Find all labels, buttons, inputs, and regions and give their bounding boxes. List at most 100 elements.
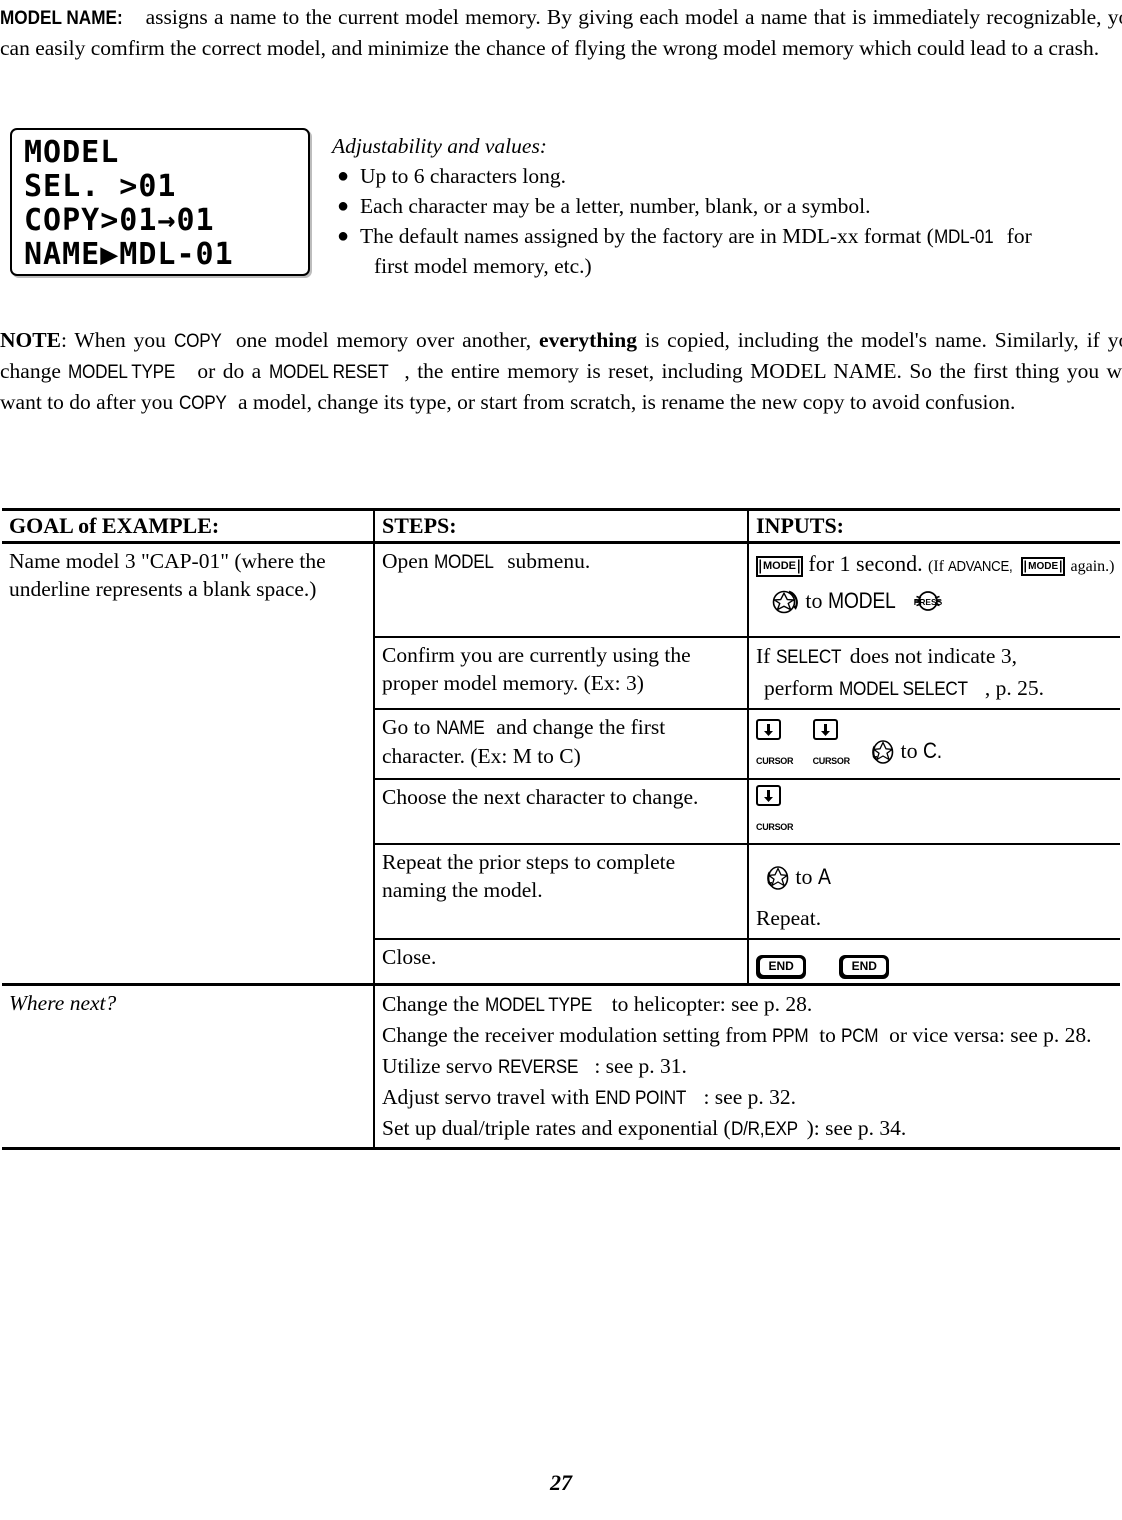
input-text-to: to: [900, 738, 924, 763]
header-inputs: INPUTS:: [747, 508, 1120, 544]
intro-paragraph: MODEL NAME: assigns a name to the curren…: [0, 2, 1122, 63]
where-next-item: Utilize servo REVERSE : see p. 31.: [382, 1051, 1114, 1082]
lcd-line-3: COPY>01→01: [24, 203, 215, 238]
mode-key-icon-2[interactable]: MODE: [1021, 557, 1066, 576]
page-number: 27: [550, 1470, 572, 1495]
adjustability-item: ● Each character may be a letter, number…: [332, 192, 1122, 221]
adjustability-title: Adjustability and values:: [332, 134, 547, 158]
wn-pre: Change the receiver modulation setting f…: [382, 1023, 773, 1047]
wn-code: MODEL TYPE: [484, 994, 592, 1016]
wn-code-pcm: PCM: [841, 1025, 879, 1047]
header-goal: GOAL of EXAMPLE:: [2, 508, 374, 544]
document-page: MODEL NAME: assigns a name to the curren…: [0, 0, 1122, 1520]
note-label: NOTE: [0, 328, 61, 352]
input-text-to: to: [805, 588, 828, 613]
input-code-model: MODEL: [828, 588, 896, 613]
input-line-2: to MODEL PRESS: [756, 584, 1114, 625]
dial-icon[interactable]: [764, 865, 790, 901]
lcd-line-1: MODEL: [24, 135, 120, 170]
where-next-cell: Change the MODEL TYPE to helicopter: see…: [373, 984, 1120, 1150]
input-code-c: C.: [923, 738, 942, 763]
wn-code-drexp: D/R,EXP: [730, 1118, 798, 1140]
model-name-lead: MODEL NAME:: [0, 7, 123, 29]
model-select-code: MODEL SELECT: [838, 678, 968, 700]
copy-code-2: COPY: [178, 392, 227, 414]
bullet-icon: ●: [337, 165, 350, 187]
step-text: Repeat the prior steps to complete namin…: [373, 844, 748, 940]
cursor-cap: [812, 719, 838, 740]
select-code: SELECT: [775, 646, 841, 668]
adjustability-item: ● Up to 6 characters long.: [332, 162, 1122, 191]
adjustability-item-text-post: for: [1001, 224, 1032, 248]
copy-code-1: COPY: [173, 330, 222, 352]
input-line-1: If SELECT does not indicate 3,: [756, 641, 1114, 673]
step-text: Close.: [373, 939, 748, 986]
input-line-2: perform MODEL SELECT , p. 25.: [756, 673, 1114, 705]
input-pre: If: [756, 644, 776, 668]
where-next-label: Where next?: [2, 984, 374, 1150]
example-procedure-table: GOAL of EXAMPLE: STEPS: INPUTS: Name mod…: [2, 508, 1120, 1150]
adjustability-item-text-pre: The default names assigned by the factor…: [360, 224, 934, 248]
adjustability-block: Adjustability and values: ● Up to 6 char…: [332, 132, 1122, 281]
wn-pre: Change the: [382, 992, 485, 1016]
step-pre: Go to: [382, 715, 436, 739]
bullet-icon: ●: [337, 195, 350, 217]
input-cell: to A Repeat.: [747, 844, 1120, 940]
table-row: Name model 3 "CAP-01" (where the underli…: [2, 542, 1120, 986]
step-text: Open MODEL submenu.: [373, 542, 748, 638]
dial-icon[interactable]: [869, 739, 895, 775]
input-cell: END END: [747, 939, 1120, 986]
lcd-screen-graphic: MODEL SEL. >01 COPY>01→01 NAME▶MDL-01: [10, 128, 310, 276]
cursor-cap: [756, 719, 781, 740]
dial-icon[interactable]: [772, 589, 800, 625]
cursor-down-key-icon[interactable]: CURSOR: [756, 719, 794, 774]
step-text: Go to NAME and change the first characte…: [373, 709, 748, 780]
wn-pre: Adjust servo travel with: [382, 1085, 595, 1109]
where-next-item: Adjust servo travel with END POINT : see…: [382, 1082, 1114, 1113]
wn-post: : see p. 32.: [698, 1085, 796, 1109]
step-pre: Open: [382, 549, 434, 573]
mode-key-icon[interactable]: MODE: [756, 556, 803, 577]
cursor-key-label: CURSOR: [756, 822, 794, 832]
input-post: does not indicate 3,: [849, 644, 1017, 668]
wn-post: ): see p. 34.: [806, 1116, 907, 1140]
advance-code: ADVANCE,: [947, 558, 1013, 575]
cursor-key-label: CURSOR: [756, 756, 794, 766]
input-line-2: Repeat.: [756, 906, 822, 930]
adjustability-item: ● The default names assigned by the fact…: [332, 222, 1122, 281]
lcd-line-2: SEL. >01: [24, 169, 177, 204]
cursor-down-key-icon-2[interactable]: CURSOR: [812, 719, 851, 774]
note-text-f: a model, change its type, or start from …: [232, 390, 1016, 414]
step-code-model: MODEL: [433, 551, 494, 573]
wn-pre: Utilize servo: [382, 1054, 498, 1078]
header-steps: STEPS:: [373, 508, 748, 544]
cursor-key-label: CURSOR: [812, 756, 851, 766]
wn-code-endpoint: END POINT: [594, 1087, 686, 1109]
input-line-1: to A: [756, 848, 1114, 901]
note-text-b: one model memory over another,: [227, 328, 540, 352]
note-text-a: : When you: [60, 328, 174, 352]
input-code-a: A: [818, 864, 831, 889]
wn-code-reverse: REVERSE: [497, 1056, 579, 1078]
input-text-1: for 1 second.: [808, 551, 923, 576]
wn-post: : see p. 31.: [588, 1054, 687, 1078]
input-post-2: , p. 25.: [984, 676, 1045, 700]
step-post: submenu.: [501, 549, 591, 573]
intro-body: assigns a name to the current model memo…: [0, 5, 1122, 60]
input-line-1: CURSOR: [756, 783, 1114, 840]
note-text-d: or do a: [189, 359, 269, 383]
where-next-item: Change the receiver modulation setting f…: [382, 1020, 1114, 1051]
cursor-down-key-icon[interactable]: CURSOR: [756, 785, 794, 840]
end-key-icon[interactable]: END: [756, 954, 807, 979]
input-text-to: to: [795, 864, 818, 889]
adjustability-item-text: Up to 6 characters long.: [360, 164, 566, 188]
input-paren-open: (If: [928, 558, 948, 575]
where-next-item: Change the MODEL TYPE to helicopter: see…: [382, 989, 1114, 1020]
input-line-1: MODE for 1 second. (If ADVANCE, MODE agai…: [756, 547, 1115, 584]
end-key-icon-2[interactable]: END: [839, 954, 890, 979]
press-icon[interactable]: PRESS: [910, 588, 946, 624]
model-type-code: MODEL TYPE: [68, 361, 176, 383]
input-cell: If SELECT does not indicate 3, perform MO…: [747, 637, 1120, 710]
lcd-line-4: NAME▶MDL-01: [24, 237, 234, 272]
adjustability-item-text: Each character may be a letter, number, …: [360, 194, 871, 218]
